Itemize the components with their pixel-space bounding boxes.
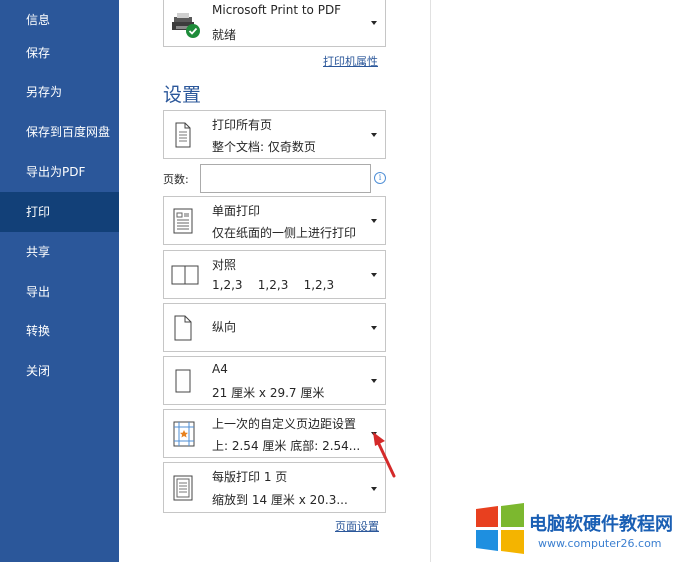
margins-icon [171,419,197,453]
watermark-title: 电脑软硬件教程网 [529,514,673,535]
settings-title: 设置 [163,84,202,106]
print-range-dropdown[interactable]: 打印所有页 整个文档: 仅奇数页 [163,110,386,159]
print-sides-dropdown[interactable]: 单面打印 仅在纸面的一侧上进行打印 [163,196,386,245]
backstage-sidebar: 信息 保存 另存为 保存到百度网盘 导出为PDF 打印 共享 导出 转换 关闭 [0,0,119,562]
paper-size-main: A4 [212,362,228,376]
pages-input[interactable] [200,164,371,193]
pages-per-sheet-dropdown[interactable]: 每版打印 1 页 缩放到 14 厘米 x 20.3... [163,462,386,513]
paper-icon [171,366,195,400]
print-range-main: 打印所有页 [212,118,273,132]
collate-icon [171,263,201,291]
sidebar-item-share[interactable]: 共享 [0,232,119,272]
print-sides-main: 单面打印 [212,204,261,218]
single-sided-icon [171,206,195,240]
printer-dropdown[interactable]: Microsoft Print to PDF 就绪 [163,0,386,47]
collate-dropdown[interactable]: 对照 1,2,3 1,2,3 1,2,3 [163,250,386,299]
print-preview-area [431,0,680,562]
margins-sub: 上: 2.54 厘米 底部: 2.54... [212,439,361,453]
pages-label: 页数: [163,173,189,186]
chevron-down-icon [371,219,377,223]
printer-properties-link[interactable]: 打印机属性 [323,53,378,69]
printer-status: 就绪 [212,28,237,42]
sidebar-item-save-as[interactable]: 另存为 [0,72,119,112]
chevron-down-icon [371,487,377,491]
sidebar-item-print[interactable]: 打印 [0,192,119,232]
margins-dropdown[interactable]: 上一次的自定义页边距设置 上: 2.54 厘米 底部: 2.54... [163,409,386,458]
chevron-down-icon [371,273,377,277]
chevron-down-icon [371,133,377,137]
portrait-icon [171,313,195,347]
sidebar-item-save[interactable]: 保存 [0,33,119,73]
collate-sub: 1,2,3 1,2,3 1,2,3 [212,278,335,292]
sidebar-item-close[interactable]: 关闭 [0,351,119,391]
page-setup-link[interactable]: 页面设置 [335,518,379,534]
pages-per-sheet-sub: 缩放到 14 厘米 x 20.3... [212,493,348,507]
windows-logo-icon [476,503,524,554]
printer-name: Microsoft Print to PDF [212,3,342,17]
printer-ready-icon [171,11,201,43]
sidebar-item-save-to-baidu[interactable]: 保存到百度网盘 [0,112,119,152]
sidebar-item-export[interactable]: 导出 [0,272,119,312]
page-per-sheet-icon [171,473,195,507]
sidebar-item-export-pdf[interactable]: 导出为PDF [0,152,119,192]
chevron-down-icon [371,326,377,330]
chevron-down-icon [371,379,377,383]
info-icon[interactable]: i [374,172,386,184]
orientation-main: 纵向 [212,320,237,334]
print-sides-sub: 仅在纸面的一侧上进行打印 [212,226,357,240]
pages-per-sheet-main: 每版打印 1 页 [212,470,288,484]
sidebar-item-convert[interactable]: 转换 [0,311,119,351]
red-arrow-icon [373,432,396,478]
collate-main: 对照 [212,258,237,272]
orientation-dropdown[interactable]: 纵向 [163,303,386,352]
paper-size-dropdown[interactable]: A4 21 厘米 x 29.7 厘米 [163,356,386,405]
paper-size-sub: 21 厘米 x 29.7 厘米 [212,386,325,400]
print-range-sub: 整个文档: 仅奇数页 [212,140,316,154]
chevron-down-icon [371,21,377,25]
pages-icon [171,120,195,154]
margins-main: 上一次的自定义页边距设置 [212,417,357,431]
watermark-url: www.computer26.com [538,537,662,550]
